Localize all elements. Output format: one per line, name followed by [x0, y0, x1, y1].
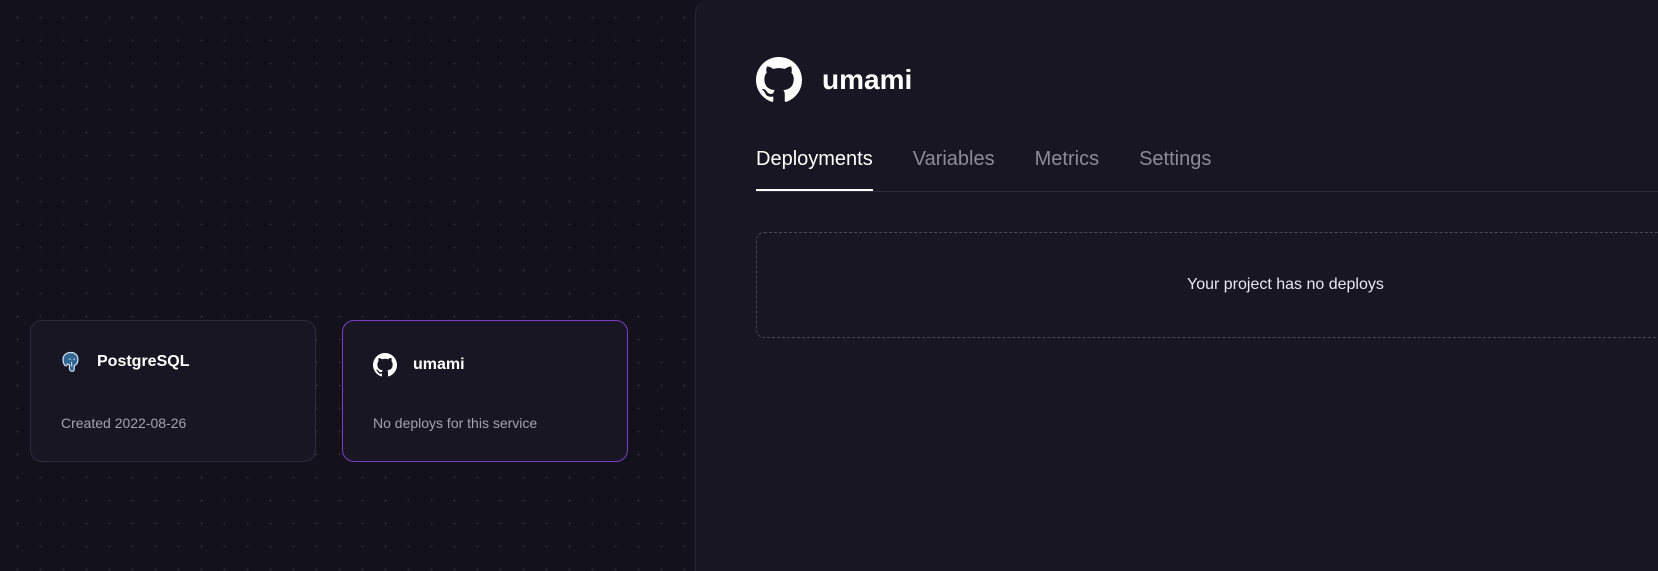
service-card-header: umami: [373, 353, 465, 377]
deployments-empty-state: Your project has no deploys: [756, 232, 1658, 338]
service-detail-panel: umami Deployments Variables Metrics Sett…: [695, 0, 1658, 571]
empty-state-message: Your project has no deploys: [1187, 276, 1384, 293]
service-card-subtitle: Created 2022-08-26: [61, 415, 187, 431]
tab-bar: Deployments Variables Metrics Settings: [756, 140, 1658, 192]
page-title: umami: [822, 64, 913, 95]
tab-variables[interactable]: Variables: [913, 140, 995, 191]
panel-header: umami: [756, 57, 912, 103]
service-card-umami[interactable]: umami No deploys for this service: [342, 320, 628, 462]
service-card-title: PostgreSQL: [97, 353, 190, 370]
github-icon: [373, 353, 397, 377]
project-canvas[interactable]: PostgreSQL Created 2022-08-26 umami No d…: [0, 0, 696, 571]
service-card-title: umami: [413, 356, 465, 373]
service-card-subtitle: No deploys for this service: [373, 415, 538, 431]
tab-deployments[interactable]: Deployments: [756, 140, 873, 191]
tab-metrics[interactable]: Metrics: [1035, 140, 1099, 191]
service-card-postgresql[interactable]: PostgreSQL Created 2022-08-26: [30, 320, 316, 462]
github-icon: [756, 57, 802, 103]
app-root: PostgreSQL Created 2022-08-26 umami No d…: [0, 0, 1658, 571]
service-card-header: PostgreSQL: [61, 351, 189, 373]
postgres-elephant-icon: [61, 351, 81, 373]
tab-settings[interactable]: Settings: [1139, 140, 1211, 191]
